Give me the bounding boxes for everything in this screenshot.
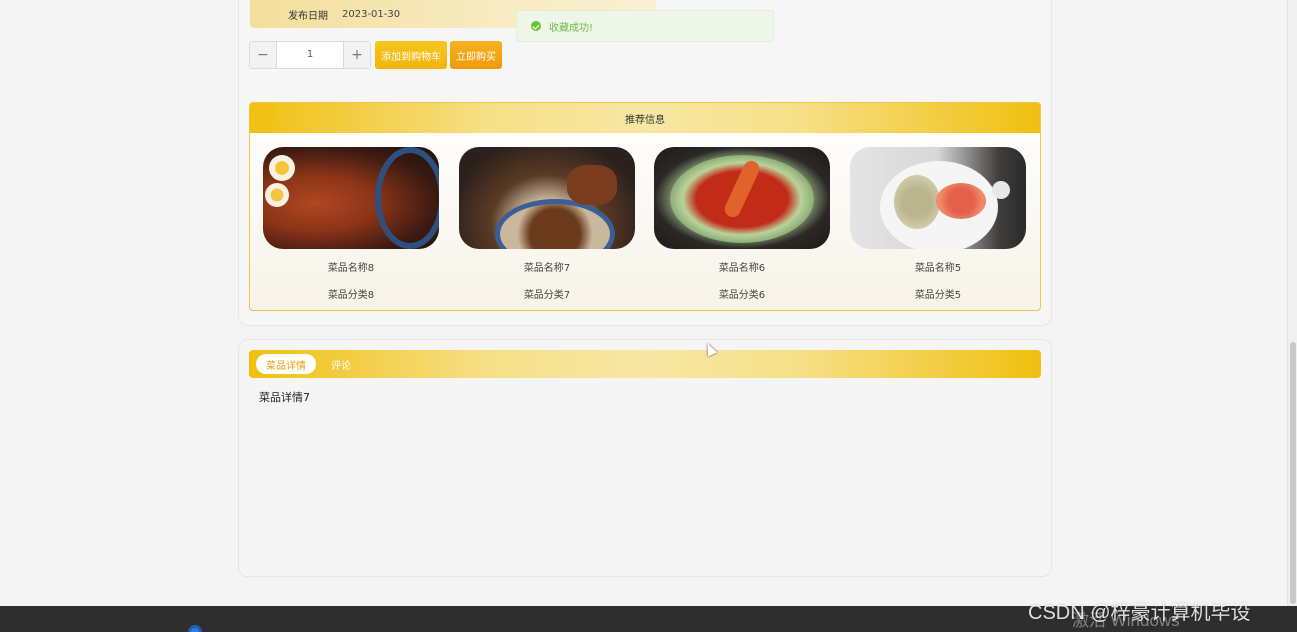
dish-image[interactable] bbox=[459, 147, 635, 249]
add-to-cart-button[interactable]: 添加到购物车 bbox=[375, 41, 447, 69]
tab-dish-detail[interactable]: 菜品详情 bbox=[256, 354, 316, 374]
recommend-panel: 推荐信息 菜品名称8 菜品分类8 菜品名称7 菜品分类7 菜品名称6 菜品分类6 bbox=[249, 102, 1041, 311]
dish-image[interactable] bbox=[654, 147, 830, 249]
quantity-stepper: − 1 + bbox=[249, 41, 371, 69]
recommend-item[interactable]: 菜品名称8 菜品分类8 bbox=[263, 147, 439, 301]
check-circle-icon bbox=[531, 21, 541, 31]
detail-tabs: 菜品详情 评论 bbox=[249, 350, 1041, 378]
success-toast: 收藏成功! bbox=[516, 10, 774, 42]
back-to-top-icon[interactable] bbox=[188, 625, 202, 632]
dish-category: 菜品分类5 bbox=[914, 290, 962, 301]
quantity-decrease-button[interactable]: − bbox=[250, 42, 277, 68]
dish-name: 菜品名称5 bbox=[914, 263, 962, 274]
recommend-item[interactable]: 菜品名称7 菜品分类7 bbox=[459, 147, 635, 301]
quantity-input[interactable]: 1 bbox=[277, 42, 343, 68]
quantity-increase-button[interactable]: + bbox=[343, 42, 370, 68]
dish-category: 菜品分类7 bbox=[523, 290, 571, 301]
dish-detail-content: 菜品详情7 bbox=[259, 391, 310, 404]
toast-message: 收藏成功! bbox=[549, 22, 594, 34]
dish-category: 菜品分类8 bbox=[327, 290, 375, 301]
dish-category: 菜品分类6 bbox=[718, 290, 766, 301]
dish-name: 菜品名称6 bbox=[718, 263, 766, 274]
recommend-item[interactable]: 菜品名称6 菜品分类6 bbox=[654, 147, 830, 301]
csdn-watermark: CSDN @梓豪计算机毕设 bbox=[1028, 602, 1251, 624]
buy-now-button[interactable]: 立即购买 bbox=[450, 41, 502, 69]
publish-date-value: 2023-01-30 bbox=[342, 8, 401, 20]
dish-name: 菜品名称8 bbox=[327, 263, 375, 274]
scrollbar-thumb[interactable] bbox=[1290, 342, 1296, 604]
recommend-title: 推荐信息 bbox=[250, 103, 1040, 133]
publish-date-label: 发布日期 bbox=[288, 10, 328, 22]
dish-image[interactable] bbox=[850, 147, 1026, 249]
recommend-item[interactable]: 菜品名称5 菜品分类5 bbox=[850, 147, 1026, 301]
tab-comments[interactable]: 评论 bbox=[329, 354, 353, 374]
dish-image[interactable] bbox=[263, 147, 439, 249]
page-scrollbar[interactable] bbox=[1287, 0, 1297, 606]
dish-name: 菜品名称7 bbox=[523, 263, 571, 274]
